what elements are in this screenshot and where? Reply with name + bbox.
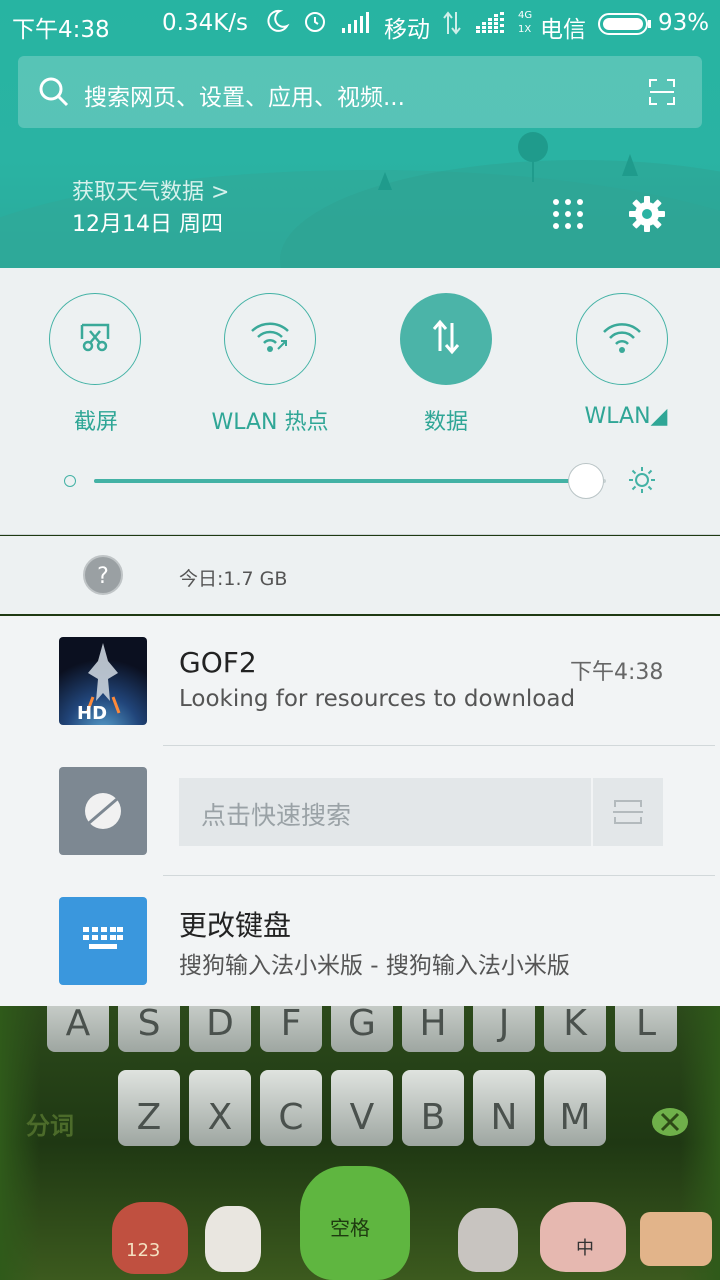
status-time: 下午4:38 xyxy=(12,17,110,43)
data-transfer-icon xyxy=(442,10,462,42)
status-bar: 下午4:38 0.34K/s 移动 4G 1X 电信 93% xyxy=(0,0,720,50)
keyboard-key-v: V xyxy=(331,1070,393,1146)
notification-keyboard[interactable]: 更改键盘 搜狗输入法小米版 - 搜狗输入法小米版 xyxy=(0,876,720,1006)
divider xyxy=(0,534,720,535)
battery-percent: 93% xyxy=(658,10,710,36)
keyboard-key-d: D xyxy=(189,1006,251,1052)
keyboard-key-b: B xyxy=(402,1070,464,1146)
monster-decoration xyxy=(205,1206,261,1272)
tile-screenshot[interactable] xyxy=(49,293,141,385)
notification-title: 更改键盘 xyxy=(179,909,292,942)
quick-search-input[interactable]: 点击快速搜索 xyxy=(179,778,591,846)
signal-icon xyxy=(340,12,372,40)
tile-hotspot[interactable] xyxy=(224,293,316,385)
brightness-slider-fill xyxy=(94,479,586,483)
keyboard-key-g: G xyxy=(331,1006,393,1052)
carrier-2: 电信 xyxy=(540,17,586,43)
wifi-icon xyxy=(602,320,642,358)
language-key-label: 中 xyxy=(576,1238,594,1259)
keyboard-key-x: X xyxy=(189,1070,251,1146)
scan-icon xyxy=(612,796,644,832)
keyboard-key-s: S xyxy=(118,1006,180,1052)
tile-mobile-data[interactable] xyxy=(400,293,492,385)
grid-icon[interactable] xyxy=(552,198,584,234)
alarm-icon xyxy=(302,8,328,40)
tile-label: 数据 xyxy=(423,410,468,435)
search-icon xyxy=(38,76,70,112)
search-placeholder: 搜索网页、设置、应用、视频... xyxy=(84,85,405,111)
numbers-key-label: 123 xyxy=(126,1240,161,1261)
keyboard-key-n: N xyxy=(473,1070,535,1146)
monster-decoration: 123 xyxy=(112,1202,188,1274)
tile-wifi[interactable] xyxy=(576,293,668,385)
svg-text:?: ? xyxy=(97,564,109,589)
search-bar[interactable]: 搜索网页、设置、应用、视频... xyxy=(18,56,702,128)
gof2-app-icon: HD xyxy=(59,637,147,725)
segment-key-label: 分词 xyxy=(26,1112,74,1140)
keyboard-key-z: Z xyxy=(118,1070,180,1146)
hd-badge: HD xyxy=(77,703,108,724)
tree-decoration xyxy=(378,172,392,190)
notification-title: GOF2 xyxy=(179,646,257,679)
notification-text: Looking for resources to download xyxy=(179,686,576,712)
tile-label: WLAN 热点 xyxy=(211,410,329,435)
keyboard-key-k: K xyxy=(544,1006,606,1052)
tile-label: WLAN◢ xyxy=(584,404,668,429)
keyboard-row: ASDFGHJKL xyxy=(47,1006,687,1052)
monster-decoration xyxy=(458,1208,518,1272)
weather-link[interactable]: 获取天气数据 > xyxy=(72,174,229,206)
tile-label: 截屏 xyxy=(73,410,118,435)
keyboard-app-icon xyxy=(59,897,147,985)
network-speed: 0.34K/s xyxy=(162,10,249,36)
tree-decoration xyxy=(518,132,548,162)
network-type-4g: 4G xyxy=(518,10,533,21)
battery-icon xyxy=(598,13,652,41)
quick-settings-panel: 截屏 WLAN 热点 数据 WLAN◢ xyxy=(0,268,720,534)
keyboard-key-m: M xyxy=(544,1070,606,1146)
scan-icon[interactable] xyxy=(648,78,676,110)
space-key-label: 空格 xyxy=(330,1216,370,1240)
vine-decoration xyxy=(0,1006,40,1280)
brightness-low-icon xyxy=(64,475,76,487)
moon-icon xyxy=(264,8,290,40)
data-usage-text: 今日:1.7 GB xyxy=(179,568,288,590)
enter-key xyxy=(640,1212,712,1266)
brightness-slider-thumb[interactable] xyxy=(567,463,604,499)
keyboard-key-c: C xyxy=(260,1070,322,1146)
scissors-icon xyxy=(77,319,113,359)
tree-decoration xyxy=(622,154,638,176)
close-leaf-icon xyxy=(650,1102,690,1146)
monster-decoration: 中 xyxy=(540,1202,626,1272)
keyboard-key-l: L xyxy=(615,1006,677,1052)
keyboard-icon xyxy=(83,927,123,957)
hotspot-icon xyxy=(248,319,292,359)
notification-shade-header: 下午4:38 0.34K/s 移动 4G 1X 电信 93% 搜索网页、设置、应… xyxy=(0,0,720,268)
notification-text: 搜狗输入法小米版 - 搜狗输入法小米版 xyxy=(179,953,570,979)
quick-search-scan-button[interactable] xyxy=(593,778,663,846)
date-label: 12月14日 周四 xyxy=(72,212,223,237)
keyboard-key-j: J xyxy=(473,1006,535,1052)
notification-gof2[interactable]: HD GOF2 下午4:38 Looking for resources to … xyxy=(0,616,720,744)
monster-decoration: 空格 xyxy=(300,1166,410,1280)
keyboard-key-a: A xyxy=(47,1006,109,1052)
brightness-high-icon xyxy=(628,466,656,498)
gear-icon[interactable] xyxy=(628,195,666,237)
data-arrows-icon xyxy=(430,319,462,359)
carrier-1: 移动 xyxy=(384,17,430,43)
signal-icon-2 xyxy=(474,12,514,40)
notification-quick-search: 点击快速搜索 xyxy=(0,746,720,874)
keyboard-row: ZXCVBNM xyxy=(118,1070,618,1146)
quick-search-placeholder: 点击快速搜索 xyxy=(201,801,352,830)
keyboard-key-f: F xyxy=(260,1006,322,1052)
notification-time: 下午4:38 xyxy=(570,660,664,685)
brightness-slider-track[interactable] xyxy=(94,479,606,483)
notification-list: HD GOF2 下午4:38 Looking for resources to … xyxy=(0,616,720,1006)
keyboard-background: ASDFGHJKL ZXCVBNM 分词 123 空格 中 xyxy=(0,1006,720,1280)
browser-app-icon xyxy=(59,767,147,855)
tree-decoration xyxy=(532,160,534,182)
network-type-1x: 1X xyxy=(518,24,532,35)
keyboard-key-h: H xyxy=(402,1006,464,1052)
help-icon: ? xyxy=(82,554,124,600)
data-usage-row[interactable]: ? 今日:1.7 GB xyxy=(0,536,720,614)
